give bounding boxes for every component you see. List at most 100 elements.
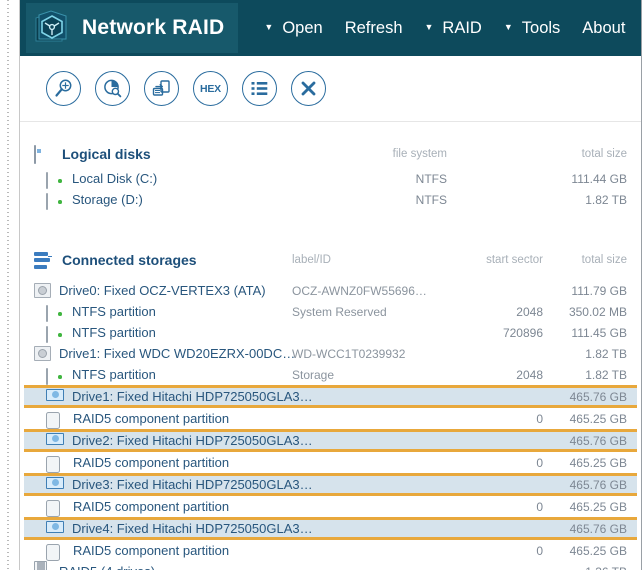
logical-disk-file-system: NTFS xyxy=(415,171,447,186)
network-raid-window: Network RAID ▼ Open Refresh ▼ RAID ▼ Too… xyxy=(0,0,642,570)
storage-row-total-size: 465.25 GB xyxy=(569,543,627,558)
magnifier-scan-icon[interactable] xyxy=(46,71,81,106)
network-raid-logo-icon xyxy=(32,8,72,48)
logical-disks-header: Logical disks file system total size xyxy=(20,140,641,168)
storage-row-total-size: 465.76 GB xyxy=(569,389,627,404)
storage-row-name: Drive1: Fixed Hitachi HDP725050GLA3… xyxy=(72,389,313,404)
list-item[interactable]: Local Disk (C:) NTFS 111.44 GB xyxy=(20,168,641,189)
storage-row-total-size: 465.25 GB xyxy=(569,455,627,470)
storage-row-name: NTFS partition xyxy=(72,367,156,382)
storage-row-total-size: 1.36 TB xyxy=(585,565,627,570)
hdd-icon xyxy=(46,171,64,189)
storage-row[interactable]: RAID5 component partition 0 465.25 GB xyxy=(20,408,641,429)
storage-row-name: NTFS partition xyxy=(72,304,156,319)
close-x-icon[interactable] xyxy=(291,71,326,106)
column-header-label-id: label/ID xyxy=(292,254,331,266)
section-connected-storages: Connected storages label/ID start sector… xyxy=(20,246,641,570)
menu-item-refresh[interactable]: Refresh xyxy=(345,19,403,38)
storage-row-label-id: Storage xyxy=(292,367,335,382)
storage-row-total-size: 465.76 GB xyxy=(569,521,627,536)
storage-row-selected[interactable]: Drive1: Fixed Hitachi HDP725050GLA3… 465.… xyxy=(24,385,637,408)
storage-row[interactable]: RAID5 component partition 0 465.25 GB xyxy=(20,496,641,517)
window-frame: Network RAID ▼ Open Refresh ▼ RAID ▼ Too… xyxy=(20,0,642,570)
chevron-down-icon: ▼ xyxy=(503,22,513,32)
menu-item-about[interactable]: About xyxy=(582,19,625,38)
storage-row-total-size: 465.25 GB xyxy=(569,499,627,514)
grille-icon xyxy=(46,411,65,429)
storage-row-name: Drive0: Fixed OCZ-VERTEX3 (ATA) xyxy=(59,283,266,298)
storage-row-total-size: 1.82 TB xyxy=(585,367,627,382)
hdd-icon xyxy=(46,192,64,210)
menu-item-label: Refresh xyxy=(344,18,403,37)
storage-row-name: RAID5 component partition xyxy=(73,455,230,470)
storage-row-total-size: 1.82 TB xyxy=(585,346,627,361)
chevron-down-icon: ▼ xyxy=(424,22,434,32)
column-header-start-sector: start sector xyxy=(486,254,543,266)
hdd-icon xyxy=(46,367,64,385)
grille-icon xyxy=(46,543,65,561)
storage-row-list: Drive0: Fixed OCZ-VERTEX3 (ATA) OCZ-AWNZ0… xyxy=(20,280,641,570)
hex-icon[interactable]: HEX xyxy=(193,71,228,106)
logical-disk-name: Storage (D:) xyxy=(72,192,143,207)
storage-row[interactable]: NTFS partition 720896 111.45 GB xyxy=(20,322,641,343)
storage-row-name: RAID5 component partition xyxy=(73,543,230,558)
logical-disk-name: Local Disk (C:) xyxy=(72,171,158,186)
storage-row[interactable]: NTFS partition System Reserved 2048 350.02 … xyxy=(20,301,641,322)
logical-disks-title: Logical disks xyxy=(62,146,151,162)
storage-row-name: Drive4: Fixed Hitachi HDP725050GLA3… xyxy=(72,521,313,536)
app-title: Network RAID xyxy=(82,16,225,39)
bdrive-icon xyxy=(46,388,64,405)
hdd-icon xyxy=(46,304,64,322)
storage-row-label-id: WD-WCC1T0239932 xyxy=(292,346,406,361)
storage-row-name: RAID5 component partition xyxy=(73,499,230,514)
copy-export-icon[interactable] xyxy=(144,71,179,106)
storage-row-total-size: 465.25 GB xyxy=(569,411,627,426)
connected-storages-title: Connected storages xyxy=(62,252,197,268)
toolbar: HEX xyxy=(20,56,641,122)
storage-row[interactable]: RAID5 (4 drives) 1.36 TB xyxy=(20,560,641,570)
column-header-total-size: total size xyxy=(581,148,627,160)
storage-row-start-sector: 0 xyxy=(536,499,543,514)
hex-label: HEX xyxy=(200,82,221,95)
logical-disk-file-system: NTFS xyxy=(415,192,447,207)
menu-item-label: About xyxy=(582,18,626,37)
storage-row-start-sector: 720896 xyxy=(502,325,543,340)
window-left-hatch-strip xyxy=(0,0,20,570)
menu-item-label: Open xyxy=(282,18,323,37)
storage-row[interactable]: Drive0: Fixed OCZ-VERTEX3 (ATA) OCZ-AWNZ0… xyxy=(20,280,641,301)
storage-row-selected[interactable]: Drive4: Fixed Hitachi HDP725050GLA3… 465.… xyxy=(24,517,637,540)
menu-item-label: RAID xyxy=(442,18,482,37)
stacked-bars-icon xyxy=(34,251,52,269)
storage-row-total-size: 465.76 GB xyxy=(569,477,627,492)
drive-icon xyxy=(34,346,51,361)
storage-row[interactable]: NTFS partition Storage 2048 1.82 TB xyxy=(20,364,641,385)
list-item[interactable]: Storage (D:) NTFS 1.82 TB xyxy=(20,189,641,210)
storage-row-total-size: 465.76 GB xyxy=(569,433,627,448)
storage-row-start-sector: 0 xyxy=(536,455,543,470)
bdrive-icon xyxy=(46,520,64,537)
menu-item-tools[interactable]: ▼ Tools xyxy=(504,19,560,38)
menu-item-label: Tools xyxy=(521,18,561,37)
storage-row[interactable]: RAID5 component partition 0 465.25 GB xyxy=(20,452,641,473)
connected-storages-header: Connected storages label/ID start sector… xyxy=(20,246,641,274)
chevron-down-icon: ▼ xyxy=(264,22,274,32)
storage-row[interactable]: Drive1: Fixed WDC WD20EZRX-00DC… WD-WCC1T… xyxy=(20,343,641,364)
grille-icon xyxy=(46,455,65,473)
menu-item-open[interactable]: ▼ Open xyxy=(264,19,322,38)
list-icon[interactable] xyxy=(242,71,277,106)
monitor-icon xyxy=(34,145,52,164)
column-header-file-system: file system xyxy=(392,148,447,160)
storage-row-selected[interactable]: Drive2: Fixed Hitachi HDP725050GLA3… 465.… xyxy=(24,429,637,452)
storage-row-name: Drive1: Fixed WDC WD20EZRX-00DC… xyxy=(59,346,296,361)
storage-row-label-id: System Reserved xyxy=(292,304,387,319)
section-logical-disks: Logical disks file system total size Loc… xyxy=(20,140,641,210)
menu-item-raid[interactable]: ▼ RAID xyxy=(425,19,482,38)
storage-tree: Logical disks file system total size Loc… xyxy=(20,122,641,570)
storage-row-selected[interactable]: Drive3: Fixed Hitachi HDP725050GLA3… 465.… xyxy=(24,473,637,496)
storage-row-label-id: OCZ-AWNZ0FW55696… xyxy=(292,283,427,298)
drive-icon xyxy=(34,283,51,298)
storage-row[interactable]: RAID5 component partition 0 465.25 GB xyxy=(20,540,641,561)
disk-pie-search-icon[interactable] xyxy=(95,71,130,106)
